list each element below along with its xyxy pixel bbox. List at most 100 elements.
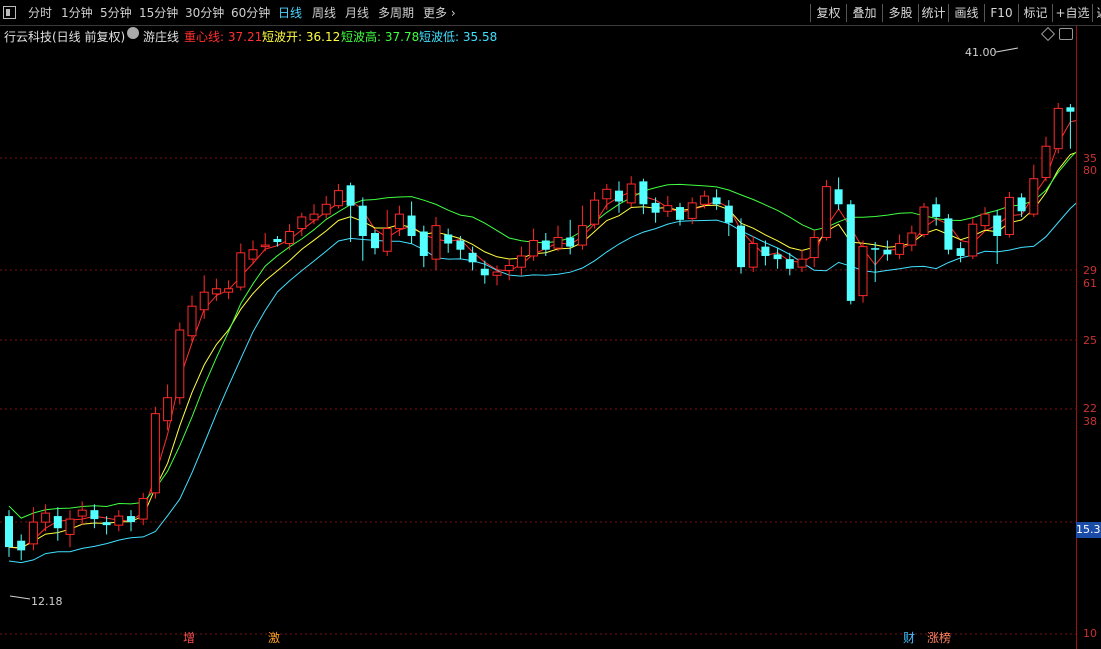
candle-body (821, 186, 831, 238)
candle-body (1041, 145, 1051, 178)
candle-body (90, 510, 99, 520)
candle-body (737, 225, 745, 268)
low-price-label: 12.18 (31, 595, 63, 608)
tag-zeng[interactable]: 增 (181, 630, 197, 646)
indicator-name[interactable]: 游庄线 (143, 28, 179, 45)
kline-chart[interactable]: 41.00 12.18 (0, 44, 1076, 649)
candle-body (907, 232, 917, 246)
low-pointer-line (9, 595, 31, 600)
overlay-button[interactable]: 叠加 (846, 4, 882, 22)
candle-body (285, 231, 295, 245)
candle-body (956, 248, 965, 256)
candle-body (199, 291, 209, 311)
candle-body (236, 252, 246, 288)
candle-body (516, 255, 526, 268)
candle-body (5, 516, 13, 548)
period-30min[interactable]: 30分钟 (185, 4, 224, 22)
candle-body (444, 234, 453, 244)
candle-body (211, 288, 221, 295)
candle-body (663, 205, 673, 212)
period-1min[interactable]: 1分钟 (61, 4, 93, 22)
candle-body (358, 205, 367, 236)
indicator-dropdown-icon[interactable] (127, 27, 139, 39)
restore-rights-button[interactable]: 复权 (810, 4, 846, 22)
period-multi[interactable]: 多周期 (378, 4, 414, 22)
candle-body (1029, 178, 1039, 215)
candle-body (138, 498, 148, 520)
back-button[interactable]: 返 (1092, 4, 1101, 22)
candle-body (382, 228, 392, 252)
candle-body (175, 329, 185, 399)
candle-body (333, 190, 343, 207)
line-duanbo-low (8, 202, 1076, 564)
high-pointer-line (995, 47, 1019, 53)
period-daily[interactable]: 日线 (278, 4, 302, 22)
grid-lines (0, 157, 1076, 635)
candle-body (602, 188, 612, 200)
legend-duanbo-low: 短波低: 35.58 (419, 28, 497, 45)
period-weekly[interactable]: 周线 (312, 4, 336, 22)
legend-zhongxin: 重心线: 37.21 (184, 28, 262, 45)
candle-body (309, 213, 319, 221)
candle-body (431, 225, 441, 260)
candle-body (529, 240, 539, 257)
candle-body (321, 203, 331, 215)
candle-body (590, 199, 600, 225)
candle-body (504, 265, 514, 271)
candle-body (407, 215, 416, 236)
candle-body (883, 249, 892, 255)
candle-body (809, 236, 819, 259)
period-more[interactable]: 更多 › (423, 4, 456, 22)
candle-body (577, 225, 587, 246)
candle-body (553, 236, 563, 249)
line-zhongxin (8, 120, 1076, 550)
mark-button[interactable]: 标记 (1018, 4, 1052, 22)
candle-body (871, 248, 880, 250)
f10-button[interactable]: F10 (984, 4, 1018, 22)
candle-body (77, 509, 87, 517)
candle-body (273, 239, 282, 243)
candle-body (297, 216, 307, 230)
period-15min[interactable]: 15分钟 (139, 4, 178, 22)
add-watchlist-button[interactable]: +自选 (1052, 4, 1092, 22)
candle-body (102, 522, 111, 526)
candle-body (480, 268, 489, 276)
axis-label: 61 (1083, 277, 1097, 290)
candle-body (371, 233, 379, 249)
candle-body (980, 213, 990, 227)
window-toggle-icon[interactable] (1059, 28, 1073, 40)
axis-label: 10 (1083, 627, 1097, 640)
top-toolbar: 分时 1分钟 5分钟 15分钟 30分钟 60分钟 日线 周线 月线 多周期 更… (0, 0, 1101, 26)
candle-body (944, 218, 953, 250)
legend-value: 37.21 (227, 30, 263, 44)
candle-body (566, 237, 575, 247)
period-monthly[interactable]: 月线 (345, 4, 369, 22)
more-label: 更多 (423, 6, 448, 20)
line-duanbo-high (8, 151, 1076, 519)
stats-button[interactable]: 统计 (918, 4, 948, 22)
candle-body (224, 288, 234, 293)
period-fenshi[interactable]: 分时 (28, 4, 52, 22)
tag-cai[interactable]: 财 (901, 630, 917, 646)
indicator-info-bar: 行云科技(日线 前复权) 游庄线 重心线: 37.21 短波开: 36.12 短… (0, 26, 1076, 44)
candle-body (858, 246, 868, 297)
legend-label: 短波高: (341, 30, 382, 44)
candle-body (1053, 107, 1063, 150)
indicator-lines (8, 120, 1076, 564)
period-5min[interactable]: 5分钟 (100, 4, 132, 22)
legend-value: 36.12 (305, 30, 341, 44)
candle-body (394, 213, 404, 230)
candle-body (846, 204, 855, 301)
diamond-icon[interactable] (1040, 26, 1056, 42)
tag-ji[interactable]: 激 (266, 630, 282, 646)
legend-value: 37.78 (384, 30, 420, 44)
multi-stock-button[interactable]: 多股 (882, 4, 918, 22)
tag-zhangbang[interactable]: 涨榜 (925, 630, 953, 646)
candle-body (41, 512, 51, 523)
draw-line-button[interactable]: 画线 (948, 4, 984, 22)
legend-label: 短波低: (419, 30, 460, 44)
candle-body (687, 202, 697, 219)
period-60min[interactable]: 60分钟 (231, 4, 270, 22)
panel-toggle-icon[interactable] (3, 6, 16, 19)
axis-label: 38 (1083, 415, 1097, 428)
